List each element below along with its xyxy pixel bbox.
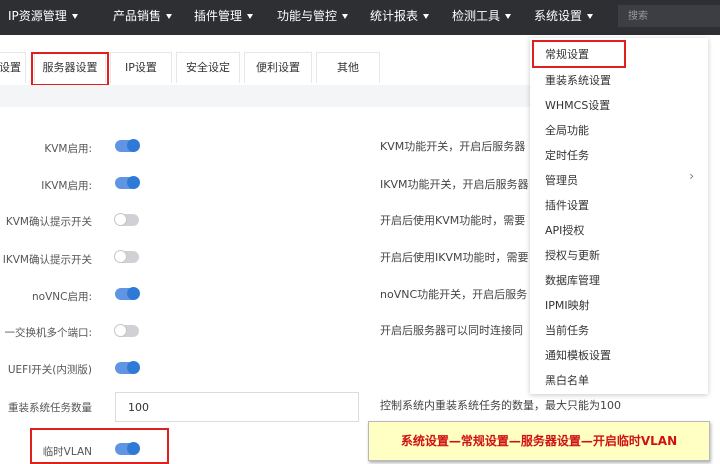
ikvm-enable-label: IKVM启用: [41, 180, 92, 192]
chevron-right-icon: › [689, 169, 694, 183]
tab-label: 安全设定 [186, 61, 230, 74]
caret-down-icon [166, 14, 173, 19]
reinstall-task-count-label: 重装系统任务数量 [8, 402, 92, 414]
menu-item-black-white-list[interactable]: 黑白名单 [545, 372, 589, 388]
tab-label: IP设置 [125, 61, 157, 74]
nav-item-system-settings[interactable]: 系统设置 [534, 0, 594, 35]
menu-item-ipmi-mapping[interactable]: IPMI映射 [545, 297, 590, 313]
nav-item-label: 插件管理 [194, 9, 243, 23]
nav-item-label: 检测工具 [452, 9, 501, 23]
caret-down-icon [71, 14, 78, 19]
nav-item-label: 统计报表 [370, 9, 419, 23]
nav-item-product-sales[interactable]: 产品销售 [113, 0, 173, 35]
menu-item-api-authorization[interactable]: API授权 [545, 222, 584, 238]
tab-label: 设置 [0, 61, 21, 74]
uefi-switch-label: UEFI开关(内测版) [7, 364, 92, 376]
tab-convenience-settings[interactable]: 便利设置 [244, 52, 312, 83]
nav-item-features-control[interactable]: 功能与管控 [277, 0, 349, 35]
menu-item-license-update[interactable]: 授权与更新 [545, 247, 600, 263]
temp-vlan-highlight-box [30, 428, 169, 464]
search-input[interactable] [618, 5, 720, 27]
novnc-enable-description: noVNC功能开关，开启后服务 [380, 288, 528, 301]
caret-down-icon [423, 14, 430, 19]
menu-item-current-tasks[interactable]: 当前任务 [545, 322, 589, 338]
menu-item-database-management[interactable]: 数据库管理 [545, 272, 600, 288]
kvm-confirm-toggle[interactable] [114, 213, 139, 226]
nav-item-ip-resources[interactable]: IP资源管理 [8, 0, 78, 35]
reinstall-task-count-description: 控制系统内重装系统任务的数量，最大只能为100 [380, 399, 621, 412]
toggle-knob [114, 213, 127, 226]
tab-label: 便利设置 [256, 61, 300, 74]
caret-down-icon [587, 14, 594, 19]
ikvm-confirm-label: IKVM确认提示开关 [2, 254, 92, 266]
section-header-band [0, 85, 530, 107]
menu-item-notification-templates[interactable]: 通知模板设置 [545, 347, 611, 363]
kvm-enable-label: KVM启用: [44, 143, 92, 155]
nav-item-label: IP资源管理 [8, 9, 67, 23]
switch-multi-port-label: 一交换机多个端口: [4, 327, 92, 339]
nav-item-reports[interactable]: 统计报表 [370, 0, 430, 35]
ikvm-confirm-description: 开启后使用IKVM功能时，需要 [380, 251, 529, 264]
kvm-enable-description: KVM功能开关，开启后服务器 [380, 140, 526, 153]
menu-item-whmcs-settings[interactable]: WHMCS设置 [545, 97, 610, 113]
switch-multi-port-description: 开启后服务器可以同时连接同 [380, 324, 523, 337]
novnc-enable-toggle[interactable] [115, 287, 140, 300]
caret-down-icon [505, 14, 512, 19]
ikvm-confirm-toggle[interactable] [114, 250, 139, 263]
instruction-callout: 系统设置—常规设置—服务器设置—开启临时VLAN [368, 421, 710, 461]
general-settings-highlight-box [532, 40, 626, 68]
ikvm-enable-description: IKVM功能开关，开启后服务器 [380, 178, 529, 191]
nav-item-label: 功能与管控 [277, 9, 338, 23]
kvm-confirm-label: KVM确认提示开关 [5, 216, 92, 228]
tab-highlight-box [31, 52, 109, 86]
caret-down-icon [342, 14, 349, 19]
tab-security-settings[interactable]: 安全设定 [176, 52, 240, 83]
toggle-knob [114, 250, 127, 263]
nav-item-label: 产品销售 [113, 9, 162, 23]
tab-label: 其他 [337, 61, 359, 74]
switch-multi-port-toggle[interactable] [114, 324, 139, 337]
menu-item-reinstall-settings[interactable]: 重装系统设置 [545, 72, 611, 88]
kvm-enable-toggle[interactable] [115, 139, 140, 152]
toggle-knob [127, 287, 140, 300]
ikvm-enable-toggle[interactable] [115, 176, 140, 189]
nav-item-plugin-management[interactable]: 插件管理 [194, 0, 254, 35]
toggle-knob [127, 176, 140, 189]
uefi-switch-toggle[interactable] [115, 361, 140, 374]
nav-item-label: 系统设置 [534, 9, 583, 23]
reinstall-task-count-input[interactable] [115, 392, 359, 422]
tab-ip-settings[interactable]: IP设置 [110, 52, 172, 83]
tab-settings[interactable]: 设置 [0, 52, 26, 83]
top-nav-bar: IP资源管理 产品销售 插件管理 功能与管控 统计报表 检测工具 系统设置 [0, 0, 720, 35]
toggle-knob [127, 139, 140, 152]
novnc-enable-label: noVNC启用: [32, 291, 92, 303]
menu-item-global-features[interactable]: 全局功能 [545, 122, 589, 138]
menu-item-administrators[interactable]: 管理员 [545, 172, 578, 188]
toggle-knob [114, 324, 127, 337]
instruction-text: 系统设置—常规设置—服务器设置—开启临时VLAN [400, 434, 678, 448]
tab-other[interactable]: 其他 [316, 52, 380, 83]
system-settings-dropdown: 常规设置 重装系统设置 WHMCS设置 全局功能 定时任务 管理员 › 插件设置… [530, 38, 708, 394]
menu-item-plugin-settings[interactable]: 插件设置 [545, 197, 589, 213]
kvm-confirm-description: 开启后使用KVM功能时，需要 [380, 214, 526, 227]
caret-down-icon [247, 14, 254, 19]
menu-item-scheduled-tasks[interactable]: 定时任务 [545, 147, 589, 163]
nav-item-diagnostic-tools[interactable]: 检测工具 [452, 0, 512, 35]
toggle-knob [127, 361, 140, 374]
